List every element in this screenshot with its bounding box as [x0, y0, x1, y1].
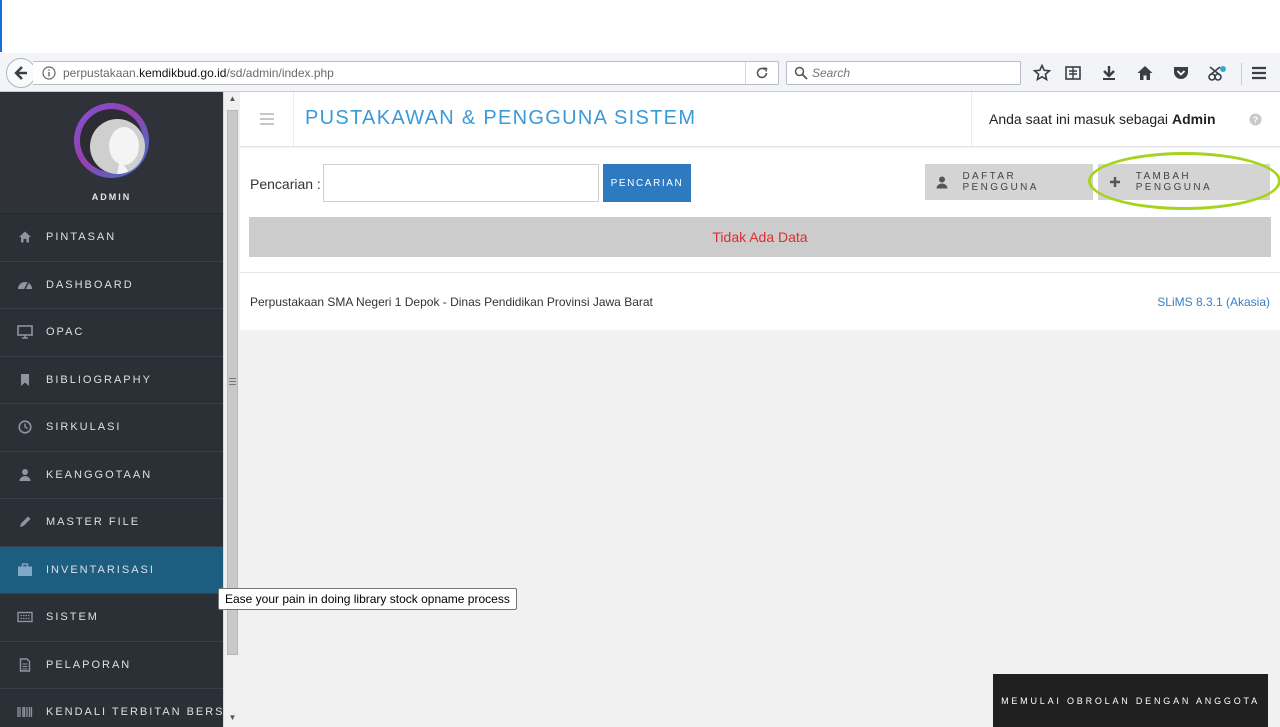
- avatar[interactable]: [74, 103, 149, 178]
- sidebar-item-label: KEANGGOTAAN: [46, 468, 153, 481]
- home-icon: [17, 229, 33, 245]
- sidebar-item-master-file[interactable]: MASTER FILE: [0, 499, 223, 547]
- login-info: Anda saat ini masuk sebagai Admin: [971, 92, 1231, 146]
- address-bar[interactable]: perpustakaan.kemdikbud.go.id/sd/admin/in…: [33, 61, 779, 85]
- profile-section: ADMIN: [0, 92, 223, 214]
- empty-results-message: Tidak Ada Data: [249, 217, 1271, 257]
- sidebar-item-label: OPAC: [46, 326, 85, 339]
- tooltip: Ease your pain in doing library stock op…: [218, 588, 517, 610]
- sidebar-toggle-button[interactable]: [240, 92, 294, 146]
- reload-icon[interactable]: [745, 62, 778, 84]
- star-icon[interactable]: [1030, 61, 1054, 85]
- clock-icon: [17, 419, 33, 435]
- browser-navigation-bar: perpustakaan.kemdikbud.go.id/sd/admin/in…: [0, 53, 1280, 92]
- login-user: Admin: [1172, 111, 1216, 127]
- plus-icon: [1107, 174, 1123, 190]
- page-header: PUSTAKAWAN & PENGGUNA SISTEM Anda saat i…: [240, 92, 1280, 147]
- home-icon[interactable]: [1133, 61, 1157, 85]
- keyboard-icon: [17, 609, 33, 625]
- sidebar-item-label: PINTASAN: [46, 231, 117, 244]
- browser-search-bar[interactable]: [786, 61, 1021, 85]
- sidebar-item-label: PELAPORAN: [46, 658, 132, 671]
- sidebar-item-label: DASHBOARD: [46, 278, 134, 291]
- sidebar-item-dashboard[interactable]: DASHBOARD: [0, 262, 223, 309]
- scroll-up-icon[interactable]: ▲: [227, 94, 238, 106]
- document-icon: [17, 657, 33, 673]
- user-icon: [934, 174, 949, 190]
- text-cursor: [0, 0, 2, 52]
- sidebar-item-kendali-terbitan-berseri[interactable]: KENDALI TERBITAN BERSERI: [0, 689, 223, 727]
- profile-name: ADMIN: [91, 192, 132, 202]
- help-button[interactable]: ?: [1231, 92, 1280, 146]
- extension-icon[interactable]: [1205, 61, 1229, 85]
- back-button[interactable]: [6, 58, 36, 88]
- sidebar: ADMIN PINTASAN DASHBOARD OPAC BIBLIOGRAP…: [0, 92, 223, 727]
- footer: Perpustakaan SMA Negeri 1 Depok - Dinas …: [240, 272, 1280, 330]
- login-prefix: Anda saat ini masuk sebagai: [989, 111, 1168, 127]
- sidebar-item-sirkulasi[interactable]: SIRKULASI: [0, 404, 223, 452]
- toolbar-separator: [1241, 63, 1242, 85]
- user-silhouette-icon: [109, 127, 139, 174]
- sidebar-item-label: SISTEM: [46, 611, 99, 624]
- sidebar-item-pintasan[interactable]: PINTASAN: [0, 214, 223, 262]
- sidebar-item-label: KENDALI TERBITAN BERSERI: [46, 706, 223, 719]
- sidebar-item-bibliography[interactable]: BIBLIOGRAPHY: [0, 357, 223, 404]
- user-list-button[interactable]: DAFTAR PENGGUNA: [925, 164, 1093, 200]
- barcode-icon: [17, 704, 33, 720]
- info-icon[interactable]: [41, 65, 57, 81]
- main-content: PUSTAKAWAN & PENGGUNA SISTEM Anda saat i…: [240, 92, 1280, 727]
- reading-list-icon[interactable]: [1061, 61, 1085, 85]
- sidebar-item-keanggotaan[interactable]: KEANGGOTAAN: [0, 452, 223, 499]
- search-button[interactable]: PENCARIAN: [603, 164, 691, 202]
- page-title: PUSTAKAWAN & PENGGUNA SISTEM: [305, 107, 697, 129]
- search-input[interactable]: [323, 164, 599, 202]
- sidebar-item-opac[interactable]: OPAC: [0, 309, 223, 357]
- scroll-down-icon[interactable]: ▼: [227, 713, 238, 725]
- question-icon: ?: [1249, 113, 1262, 125]
- sidebar-item-label: BIBLIOGRAPHY: [46, 373, 152, 386]
- bookmark-icon: [17, 372, 33, 388]
- user-list-label: DAFTAR PENGGUNA: [962, 171, 1039, 193]
- arrow-left-icon: [14, 66, 27, 80]
- url-text: perpustakaan.kemdikbud.go.id/sd/admin/in…: [63, 66, 334, 80]
- scrollbar-grip-icon: [229, 378, 236, 385]
- briefcase-icon: [17, 562, 33, 578]
- dashboard-icon: [17, 277, 33, 293]
- sidebar-item-sistem[interactable]: SISTEM: [0, 594, 223, 642]
- sidebar-item-pelaporan[interactable]: PELAPORAN: [0, 642, 223, 689]
- footer-version-link[interactable]: SLiMS 8.3.1 (Akasia): [1157, 295, 1270, 309]
- download-icon[interactable]: [1097, 61, 1121, 85]
- pocket-icon[interactable]: [1169, 61, 1193, 85]
- browser-search-input[interactable]: [812, 66, 1012, 80]
- search-icon: [794, 66, 808, 80]
- hamburger-icon: [259, 113, 274, 125]
- search-label: Pencarian :: [250, 176, 321, 192]
- footer-institution: Perpustakaan SMA Negeri 1 Depok - Dinas …: [250, 295, 653, 309]
- sidebar-item-inventarisasi[interactable]: INVENTARISASI: [0, 546, 223, 594]
- svg-text:?: ?: [1253, 115, 1259, 125]
- sidebar-item-label: MASTER FILE: [46, 516, 141, 529]
- pencil-icon: [17, 514, 33, 530]
- chat-button[interactable]: MEMULAI OBROLAN DENGAN ANGGOTA: [993, 674, 1268, 727]
- user-icon: [17, 467, 33, 483]
- add-user-label: TAMBAH PENGGUNA: [1135, 171, 1213, 193]
- window-top-area: [0, 0, 1280, 53]
- add-user-button[interactable]: TAMBAH PENGGUNA: [1098, 164, 1270, 200]
- sidebar-scrollbar[interactable]: ▲ ▼: [223, 92, 240, 727]
- menu-icon[interactable]: [1247, 61, 1271, 85]
- sidebar-item-label: SIRKULASI: [46, 421, 122, 434]
- monitor-icon: [17, 324, 33, 340]
- sidebar-item-label: INVENTARISASI: [46, 563, 155, 576]
